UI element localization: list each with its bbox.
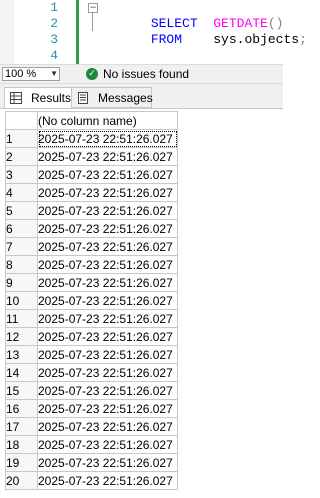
row-number-cell[interactable]: 20 <box>5 471 38 490</box>
results-grid-pane[interactable]: (No column name) 1 2025-07-23 22:51:26.02… <box>0 108 283 498</box>
tab-results-label: Results <box>31 91 72 105</box>
row-number-cell[interactable]: 6 <box>5 219 38 238</box>
line-number: 3 <box>50 32 58 47</box>
row-number-cell[interactable]: 16 <box>5 399 38 418</box>
table-row[interactable]: 9 2025-07-23 22:51:26.027 <box>5 273 178 292</box>
row-number-cell[interactable]: 1 <box>5 129 38 148</box>
table-row[interactable]: 12 2025-07-23 22:51:26.027 <box>5 327 178 346</box>
row-number-cell[interactable]: 4 <box>5 183 38 202</box>
table-row[interactable]: 19 2025-07-23 22:51:26.027 <box>5 453 178 472</box>
row-number-cell[interactable]: 8 <box>5 255 38 274</box>
datetime-cell[interactable]: 2025-07-23 22:51:26.027 <box>37 201 178 220</box>
change-indicator <box>76 0 79 16</box>
datetime-cell[interactable]: 2025-07-23 22:51:26.027 <box>37 183 178 202</box>
datetime-cell[interactable]: 2025-07-23 22:51:26.027 <box>37 273 178 292</box>
table-row[interactable]: 18 2025-07-23 22:51:26.027 <box>5 435 178 454</box>
chevron-down-icon[interactable]: ▼ <box>50 68 58 80</box>
tab-messages-label: Messages <box>98 91 153 105</box>
row-number-cell[interactable]: 13 <box>5 345 38 364</box>
table-row[interactable]: 4 2025-07-23 22:51:26.027 <box>5 183 178 202</box>
table-row[interactable]: 13 2025-07-23 22:51:26.027 <box>5 345 178 364</box>
datetime-cell[interactable]: 2025-07-23 22:51:26.027 <box>37 453 178 472</box>
change-indicator <box>76 32 79 48</box>
code-line: 4 <box>0 48 283 64</box>
table-row[interactable]: 14 2025-07-23 22:51:26.027 <box>5 363 178 382</box>
change-indicator <box>76 48 79 64</box>
datetime-cell[interactable]: 2025-07-23 22:51:26.027 <box>37 417 178 436</box>
table-row[interactable]: 5 2025-07-23 22:51:26.027 <box>5 201 178 220</box>
code-line: 3 <box>0 32 283 48</box>
datetime-cell[interactable]: 2025-07-23 22:51:26.027 <box>37 435 178 454</box>
datetime-cell[interactable]: 2025-07-23 22:51:26.027 <box>37 309 178 328</box>
change-indicator <box>76 16 79 32</box>
column-header[interactable]: (No column name) <box>37 111 178 130</box>
row-number-cell[interactable]: 17 <box>5 417 38 436</box>
datetime-cell[interactable]: 2025-07-23 22:51:26.027 <box>37 237 178 256</box>
line-number: 4 <box>50 48 58 63</box>
collapse-icon[interactable]: − <box>88 3 98 13</box>
line-number: 2 <box>50 16 58 31</box>
check-circle-icon: ✓ <box>86 68 98 80</box>
row-number-cell[interactable]: 7 <box>5 237 38 256</box>
message-icon <box>77 92 89 107</box>
table-row[interactable]: 17 2025-07-23 22:51:26.027 <box>5 417 178 436</box>
row-number-cell[interactable]: 12 <box>5 327 38 346</box>
row-number-cell[interactable]: 11 <box>5 309 38 328</box>
datetime-cell[interactable]: 2025-07-23 22:51:26.027 <box>37 381 178 400</box>
line-number: 1 <box>50 0 58 15</box>
results-tab-bar: Results Messages <box>0 84 283 108</box>
query-editor[interactable]: 1 − SELECT GETDATE() 2 FROM sys.objects;… <box>0 0 307 64</box>
editor-status-strip: 100 % ▼ ✓ No issues found <box>0 64 283 84</box>
code-semicolon: ; <box>299 32 307 47</box>
table-row[interactable]: 10 2025-07-23 22:51:26.027 <box>5 291 178 310</box>
table-row[interactable]: 6 2025-07-23 22:51:26.027 <box>5 219 178 238</box>
datetime-cell[interactable]: 2025-07-23 22:51:26.027 <box>37 255 178 274</box>
datetime-cell[interactable]: 2025-07-23 22:51:26.027 <box>37 399 178 418</box>
grid-corner-cell[interactable] <box>5 111 38 130</box>
datetime-cell[interactable]: 2025-07-23 22:51:26.027 <box>37 291 178 310</box>
table-row[interactable]: 7 2025-07-23 22:51:26.027 <box>5 237 178 256</box>
tab-results[interactable]: Results <box>4 87 72 108</box>
table-row[interactable]: 2 2025-07-23 22:51:26.027 <box>5 147 178 166</box>
table-row[interactable]: 3 2025-07-23 22:51:26.027 <box>5 165 178 184</box>
zoom-level: 100 % <box>5 68 37 80</box>
tab-messages[interactable]: Messages <box>72 87 153 108</box>
datetime-cell[interactable]: 2025-07-23 22:51:26.027 <box>37 345 178 364</box>
datetime-cell[interactable]: 2025-07-23 22:51:26.027 <box>37 147 178 166</box>
row-number-cell[interactable]: 14 <box>5 363 38 382</box>
row-number-cell[interactable]: 15 <box>5 381 38 400</box>
row-number-cell[interactable]: 10 <box>5 291 38 310</box>
datetime-cell[interactable]: 2025-07-23 22:51:26.027 <box>37 219 178 238</box>
datetime-cell[interactable]: 2025-07-23 22:51:26.027 <box>37 165 178 184</box>
row-number-cell[interactable]: 3 <box>5 165 38 184</box>
results-grid[interactable]: (No column name) 1 2025-07-23 22:51:26.02… <box>5 111 178 490</box>
zoom-dropdown[interactable]: 100 % ▼ <box>2 67 60 81</box>
table-row[interactable]: 11 2025-07-23 22:51:26.027 <box>5 309 178 328</box>
table-row[interactable]: 1 2025-07-23 22:51:26.027 <box>5 129 178 148</box>
grid-icon <box>10 92 22 107</box>
row-number-cell[interactable]: 2 <box>5 147 38 166</box>
table-row[interactable]: 15 2025-07-23 22:51:26.027 <box>5 381 178 400</box>
grid-body: 1 2025-07-23 22:51:26.027 2 2025-07-23 22:5… <box>5 129 178 490</box>
datetime-cell[interactable]: 2025-07-23 22:51:26.027 <box>37 129 178 148</box>
issues-status[interactable]: No issues found <box>103 67 189 81</box>
datetime-cell[interactable]: 2025-07-23 22:51:26.027 <box>37 471 178 490</box>
row-number-cell[interactable]: 18 <box>5 435 38 454</box>
table-row[interactable]: 16 2025-07-23 22:51:26.027 <box>5 399 178 418</box>
code-line: 1 − SELECT GETDATE() <box>0 0 283 31</box>
table-row[interactable]: 8 2025-07-23 22:51:26.027 <box>5 255 178 274</box>
code-line: 2 FROM sys.objects; <box>0 16 307 47</box>
table-row[interactable]: 20 2025-07-23 22:51:26.027 <box>5 471 178 490</box>
row-number-cell[interactable]: 9 <box>5 273 38 292</box>
row-number-cell[interactable]: 5 <box>5 201 38 220</box>
datetime-cell[interactable]: 2025-07-23 22:51:26.027 <box>37 327 178 346</box>
row-number-cell[interactable]: 19 <box>5 453 38 472</box>
datetime-cell[interactable]: 2025-07-23 22:51:26.027 <box>37 363 178 382</box>
